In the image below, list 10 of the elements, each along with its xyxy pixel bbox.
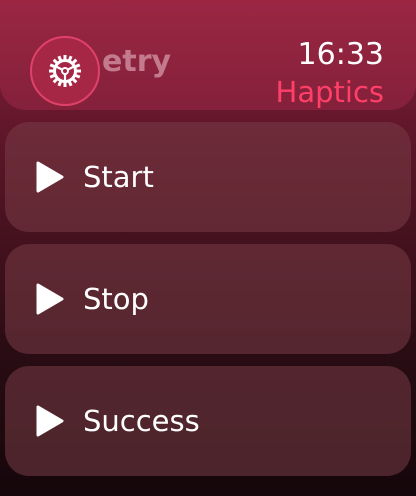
play-icon [35, 160, 65, 194]
settings-icon [48, 54, 82, 88]
action-button[interactable]: Start [5, 122, 411, 232]
play-icon [35, 404, 65, 438]
app-title: Haptics [276, 74, 384, 110]
action-button[interactable]: Stop [5, 244, 411, 354]
play-icon [35, 282, 65, 316]
action-button[interactable]: Success [5, 366, 411, 476]
item-label: etry [102, 44, 172, 79]
time: 16:33 [298, 36, 384, 74]
